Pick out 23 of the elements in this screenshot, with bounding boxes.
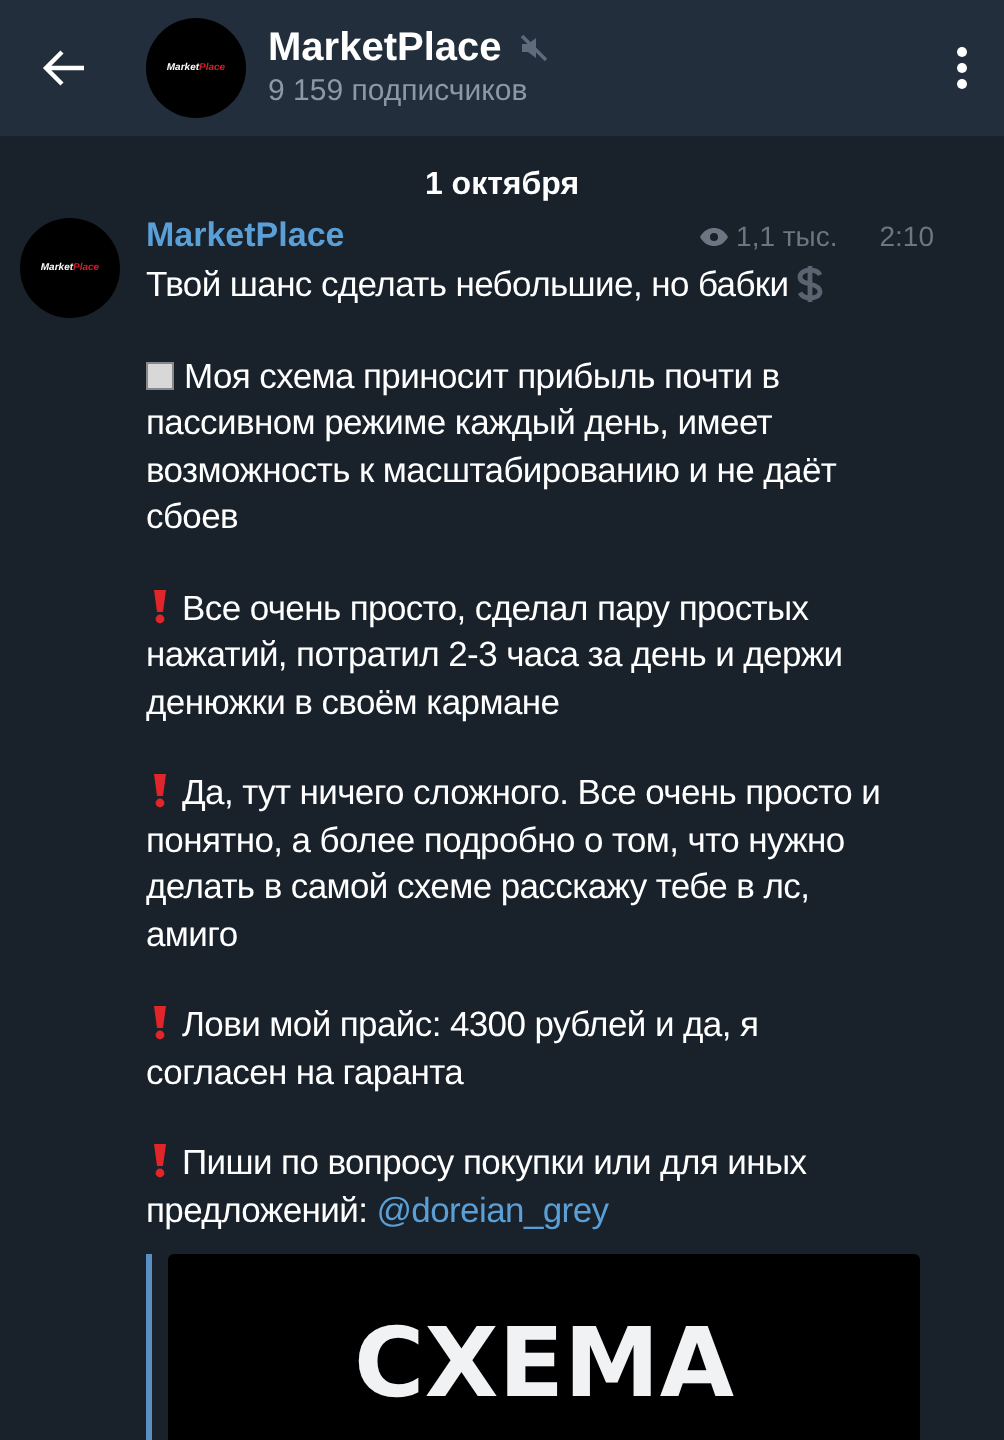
back-arrow-icon[interactable] [40,48,88,88]
date-label: 1 октября [424,166,580,206]
eye-icon [698,225,731,247]
exclamation-icon [152,1004,168,1040]
message-paragraph: Пиши по вопросу покупки или для иных предложений: @doreian_grey [146,1140,809,1234]
author-name[interactable]: MarketPlace [146,210,345,262]
exclamation-icon [152,772,168,808]
view-count: 1,1 тыс. [736,217,838,255]
preview-title: СХЕМА [354,1314,734,1424]
channel-title: MarketPlace [268,24,502,72]
post-time: 2:10 [879,217,934,255]
exclamation-icon [152,1142,168,1178]
message-paragraph: Все очень просто, сделал пару простых нажатий, потратил 2-3 часа за день и держи денюжки в своём кармане [146,585,845,726]
message-paragraph: Моя схема приносит прибыль почти в пассивном режиме каждый день, имеет возможность к масштабированию и не даёт сбоев [146,353,839,540]
message-paragraph: Твой шанс сделать небольшие, но бабки [146,262,898,309]
message-paragraph: Лови мой прайс: 4300 рублей и да, я согласен на гаранта [146,1002,761,1096]
more-menu-icon[interactable] [956,46,968,90]
exclamation-icon [152,587,168,623]
subscriber-count: 9 159 подписчиков [268,72,530,112]
username-link[interactable]: @doreian_grey [376,1189,609,1229]
message-paragraph: Да, тут ничего сложного. Все очень просто и понятно, а более подробно о том, что нужно делать в самой схеме расскажу тебе в лс, амиго [146,770,883,957]
preview-image[interactable]: СХЕМА [168,1254,920,1440]
square-icon [146,361,174,389]
